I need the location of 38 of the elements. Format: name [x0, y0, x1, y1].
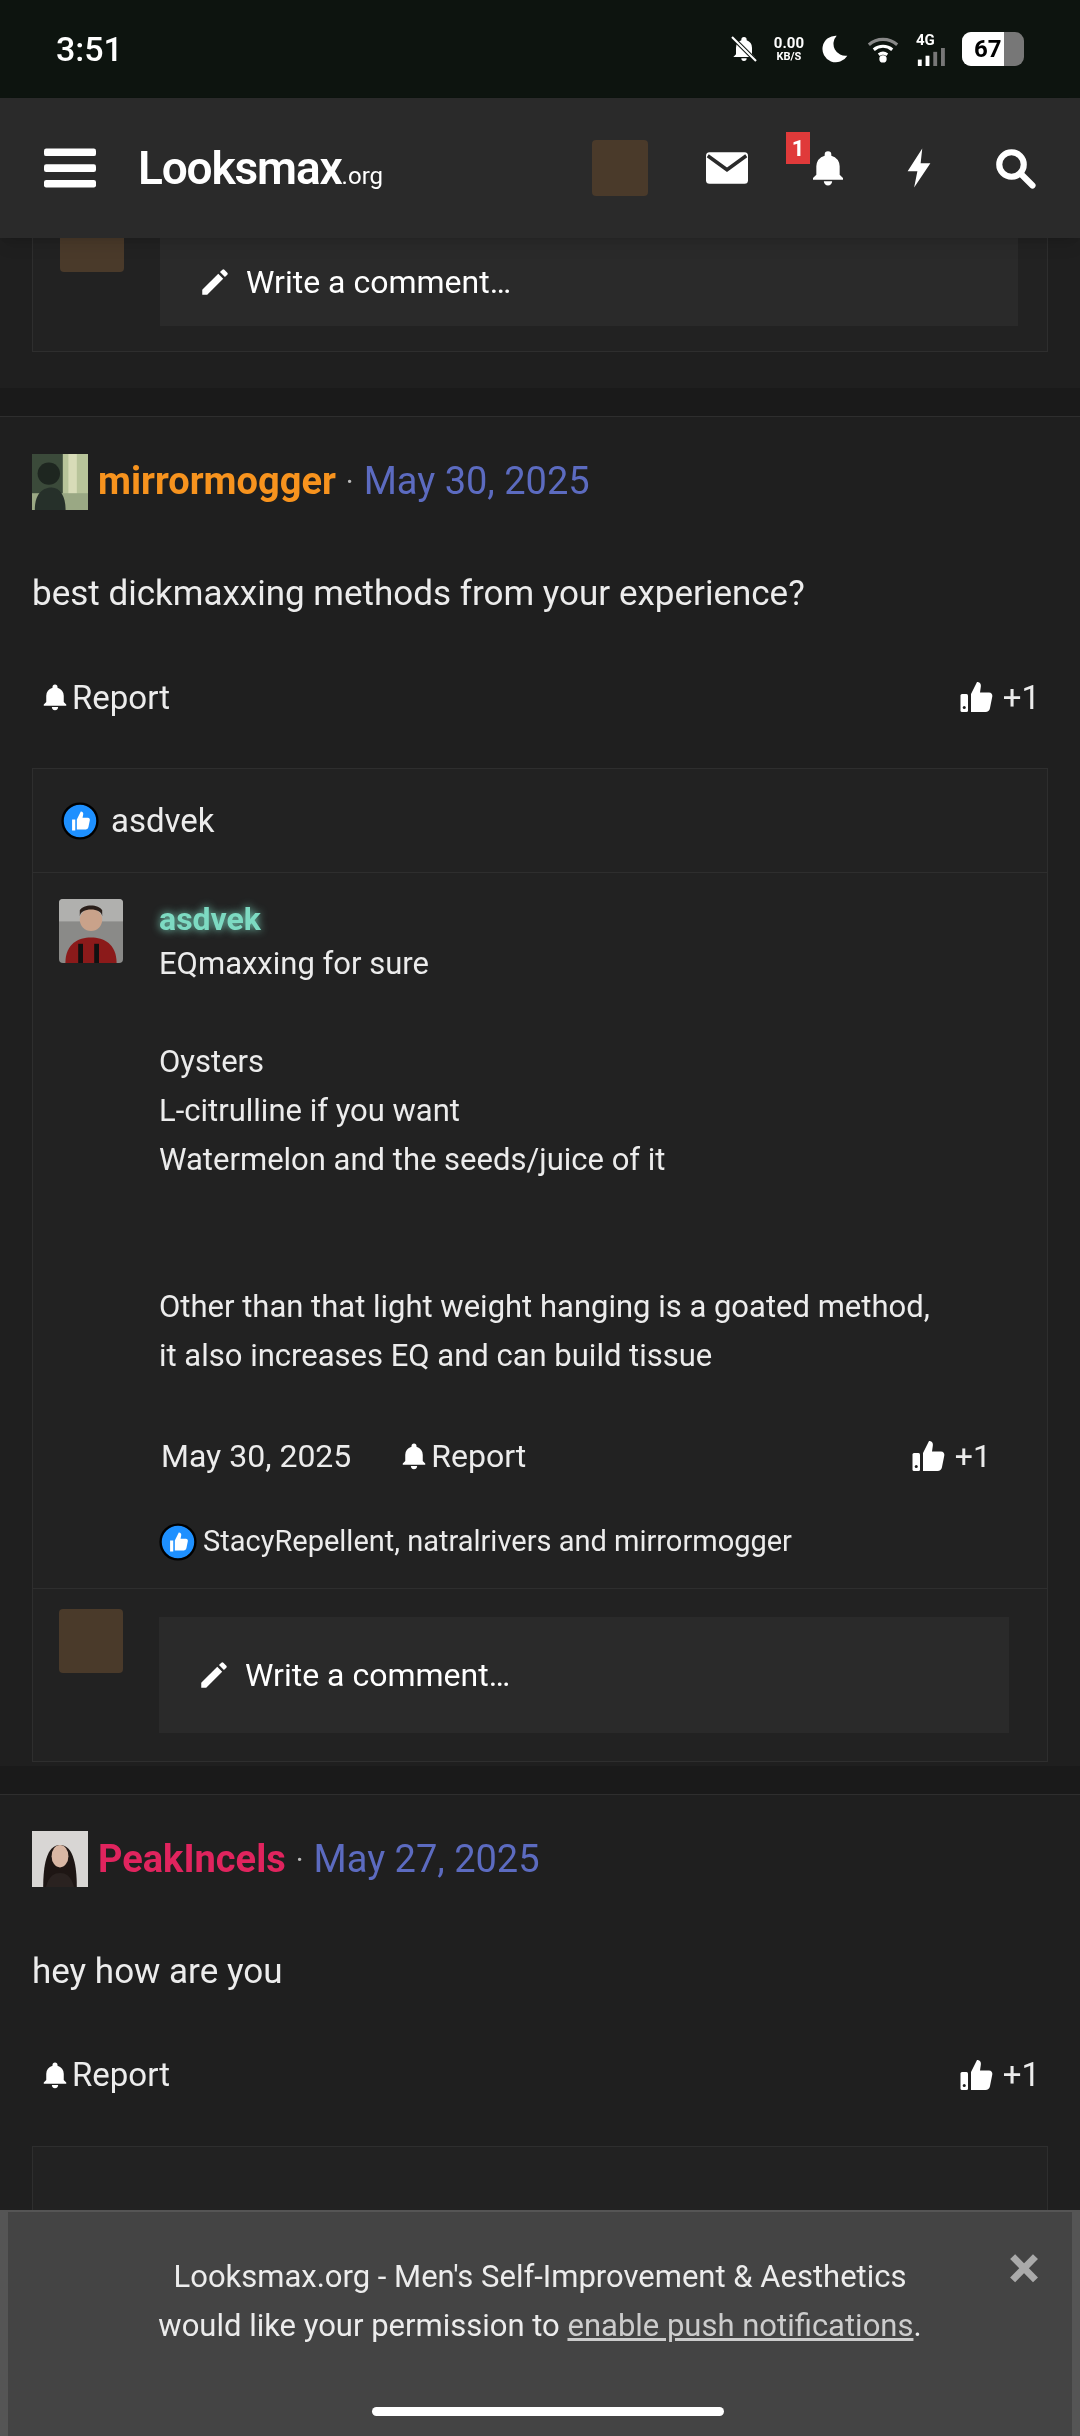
like-icon	[159, 1522, 197, 1561]
post-text: hey how are you	[32, 1949, 284, 1994]
reaction-users[interactable]: asdvek	[111, 795, 215, 846]
thumbs-up-icon	[910, 1438, 947, 1474]
post-text: best dickmaxxing methods from your experience?	[32, 572, 806, 616]
network-type: 4G	[916, 32, 935, 48]
speed-value: 0.00	[773, 36, 804, 51]
close-button[interactable]: ×	[1008, 2238, 1040, 2298]
report-button[interactable]: Report	[40, 672, 170, 722]
reply-date[interactable]: May 30, 2025	[159, 1432, 352, 1480]
mail-icon[interactable]	[706, 152, 748, 184]
separator-dot: ·	[345, 463, 354, 501]
like-icon	[61, 801, 99, 840]
notification-badge: 1	[786, 132, 810, 164]
battery-level: 67	[974, 34, 1002, 65]
enable-notifications-link[interactable]: enable push notifications	[567, 2307, 914, 2344]
reply-username[interactable]: asdvek	[159, 899, 949, 939]
search-icon[interactable]	[994, 147, 1036, 189]
clock: 3:51	[56, 27, 123, 71]
like-button[interactable]: +1	[910, 1432, 991, 1480]
like-button[interactable]: +1	[958, 672, 1040, 722]
lightning-icon[interactable]	[906, 147, 932, 189]
reply-text: EQmaxxing for sure Oysters L-citrulline if you want Watermelon and the seeds/juice of it Other than that light weight hanging is a goated method, it also increases EQ and can build tissue	[159, 944, 931, 1376]
signal-icon	[916, 47, 948, 66]
user-avatar	[60, 238, 124, 272]
username[interactable]: PeakIncels	[98, 1830, 286, 1888]
report-button[interactable]: Report	[40, 2050, 170, 2100]
user-avatar	[59, 1608, 123, 1673]
comment-field[interactable]: Write a comment…	[159, 1616, 1009, 1733]
report-button[interactable]: Report	[399, 1432, 527, 1480]
comment-field[interactable]: Write a comment…	[160, 238, 1018, 326]
speed-unit: KB/S	[776, 51, 802, 62]
permission-message: Looksmax.org - Men's Self-Improvement & Aesthetics would like your permission to enable push notifications.	[157, 2257, 923, 2346]
like-button[interactable]: +1	[958, 2050, 1040, 2100]
username[interactable]: mirrormogger	[98, 453, 336, 510]
site-logo[interactable]: Looksmax.org	[138, 133, 383, 203]
reaction-users[interactable]: StacyRepellent, natralrivers and mirrormogger	[203, 1520, 792, 1564]
separator-dot: ·	[295, 1840, 304, 1879]
